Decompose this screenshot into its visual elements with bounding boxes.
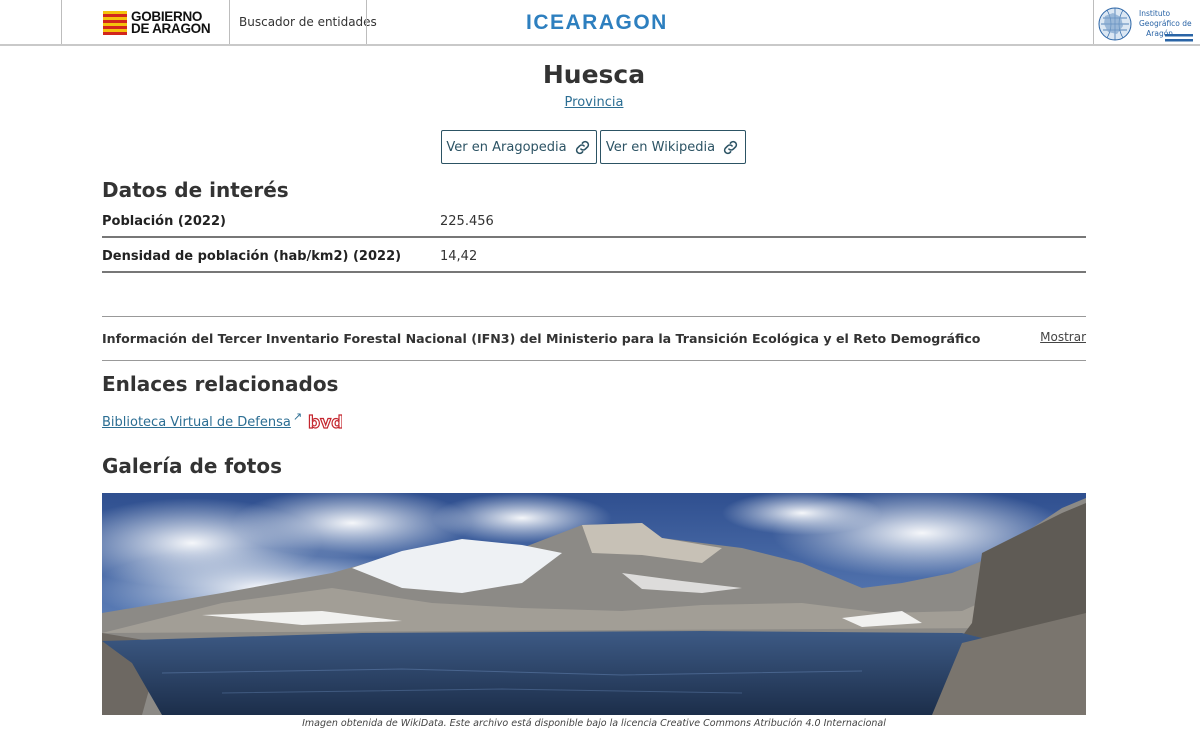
gallery-photo[interactable] [102, 493, 1086, 715]
header-divider [366, 0, 367, 44]
related-link-item: Biblioteca Virtual de Defensa ↗ bvd [102, 410, 342, 434]
search-entities-link[interactable]: Buscador de entidades [239, 15, 377, 29]
bvd-link[interactable]: Biblioteca Virtual de Defensa [102, 415, 291, 430]
wikipedia-button[interactable]: Ver en Wikipedia [600, 130, 746, 164]
data-row-value: 14,42 [440, 249, 478, 264]
data-row-label: Densidad de población (hab/km2) (2022) [102, 249, 402, 264]
aragopedia-button[interactable]: Ver en Aragopedia [441, 130, 597, 164]
bvd-logo[interactable]: bvd [308, 411, 342, 433]
gobierno-aragon-logo[interactable]: GOBIERNO DE ARAGON [103, 9, 218, 37]
entity-type-link[interactable]: Provincia [565, 95, 624, 110]
data-row-value: 225.456 [440, 214, 494, 229]
external-link-icon: ↗ [292, 409, 303, 423]
show-toggle-link[interactable]: Mostrar [1040, 330, 1086, 344]
aragopedia-button-label: Ver en Aragopedia [446, 139, 567, 155]
datos-heading: Datos de interés [102, 178, 289, 202]
top-header: GOBIERNO DE ARAGON Buscador de entidades … [0, 0, 1200, 46]
icearagon-brand[interactable]: ICEARAGON [526, 11, 668, 35]
data-row-label: Población (2022) [102, 214, 226, 229]
entity-type: Provincia [0, 95, 1188, 110]
wikipedia-button-label: Ver en Wikipedia [605, 139, 716, 155]
page-title: Huesca [542, 60, 646, 89]
link-icon [723, 140, 738, 154]
ifn3-title: Información del Tercer Inventario Forest… [102, 331, 981, 346]
data-row: Densidad de población (hab/km2) (2022) 1… [102, 238, 1086, 273]
aragon-flag-icon [103, 11, 127, 35]
gobierno-aragon-logo-text: GOBIERNO DE ARAGON [131, 9, 211, 36]
header-divider [229, 0, 230, 44]
mountain-lake-photo [102, 493, 1086, 715]
galeria-heading: Galería de fotos [102, 454, 282, 478]
link-icon [575, 140, 589, 154]
ifn3-panel: Información del Tercer Inventario Forest… [102, 316, 1086, 361]
enlaces-heading: Enlaces relacionados [102, 372, 339, 396]
data-row: Población (2022) 225.456 [102, 203, 1086, 238]
svg-text:bvd: bvd [308, 413, 342, 433]
instituto-geografico-logo-text: Instituto Geográfico de Aragón [1139, 9, 1192, 38]
photo-caption: Imagen obtenida de WikiData. Este archiv… [302, 718, 886, 729]
header-divider [61, 0, 62, 44]
